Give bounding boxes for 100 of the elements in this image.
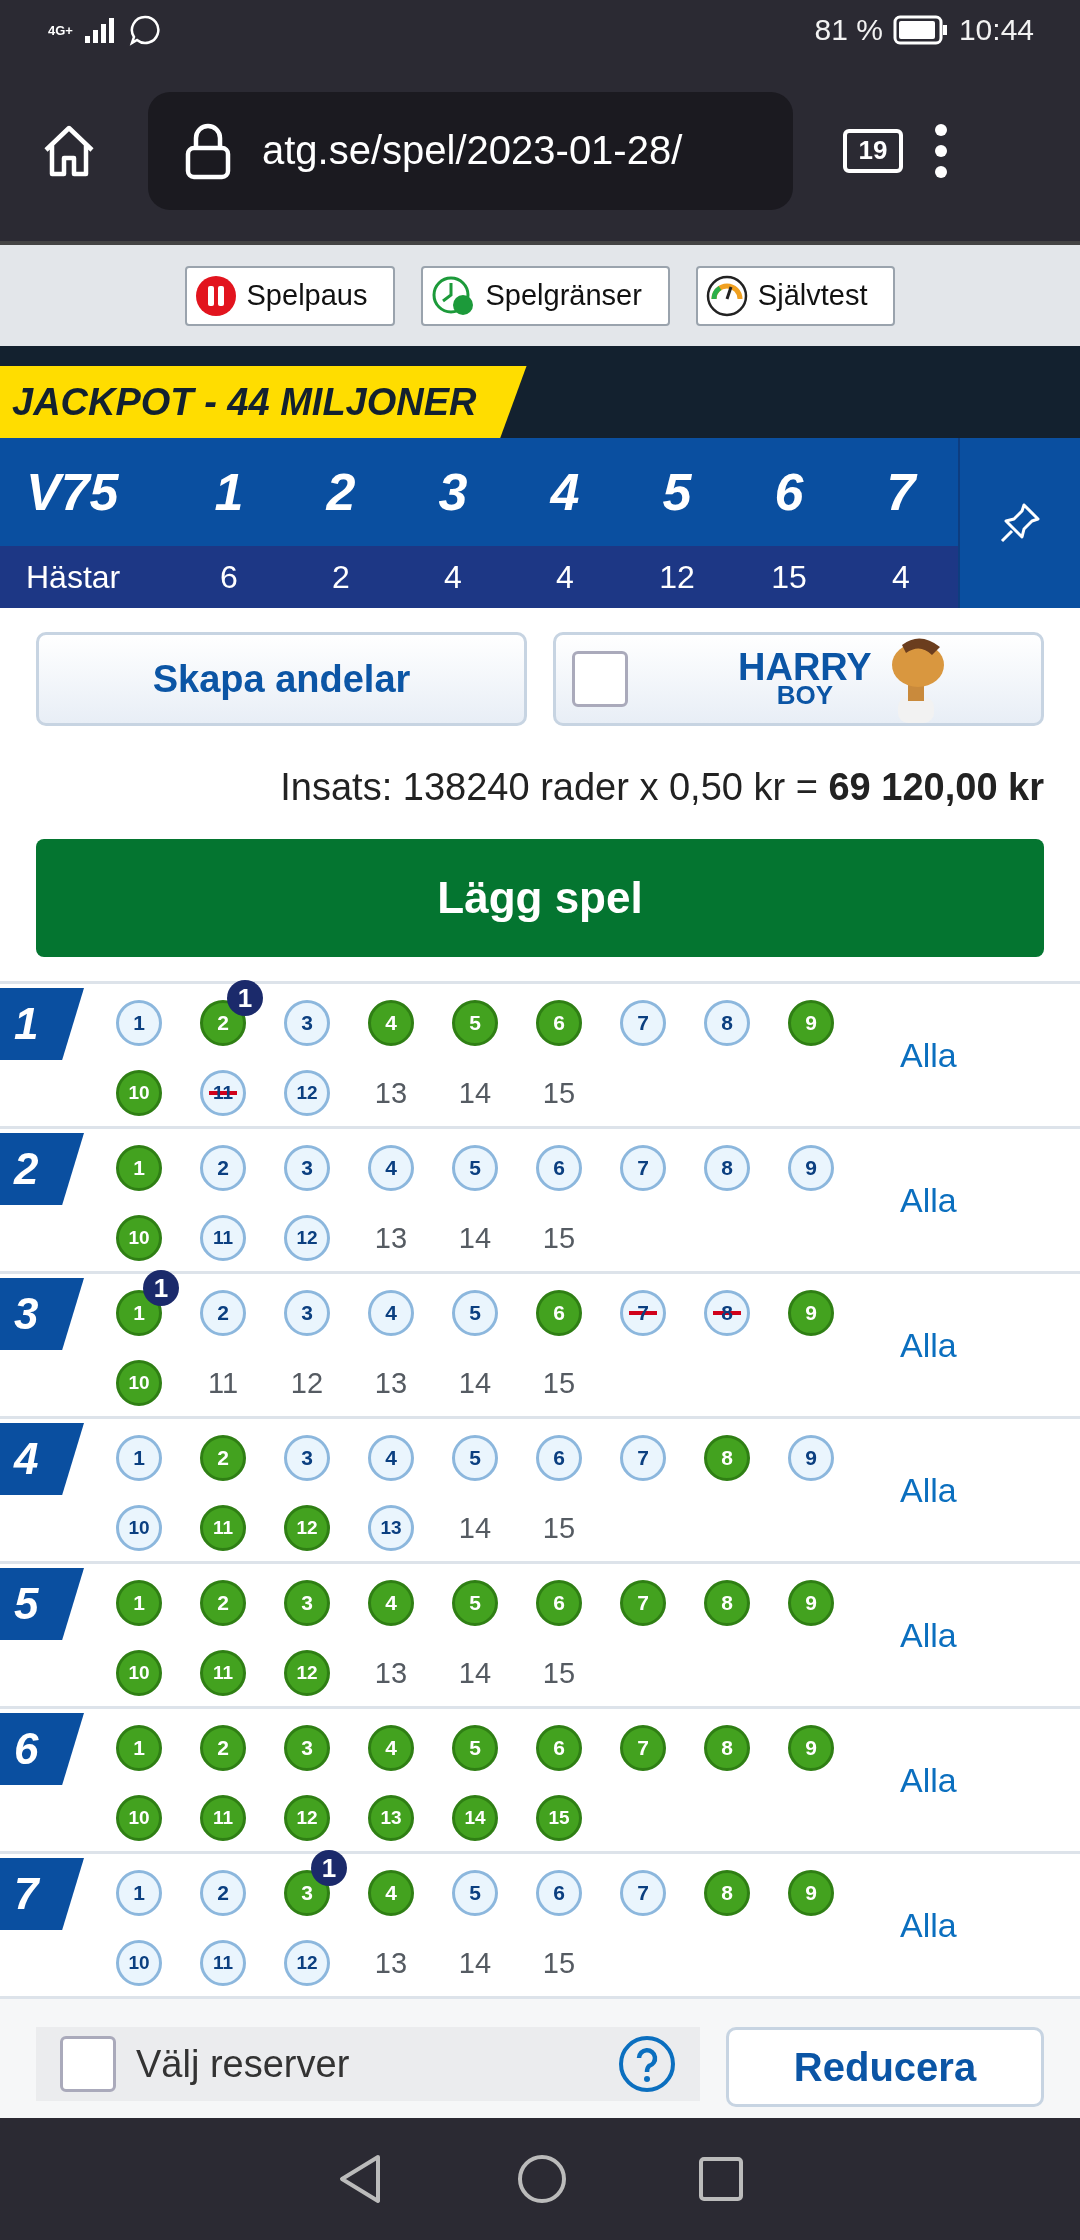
- horse-button[interactable]: 12: [284, 1795, 330, 1841]
- leg-number[interactable]: 3: [438, 462, 468, 522]
- horse-button[interactable]: 7: [620, 1725, 666, 1771]
- horse-button[interactable]: 8: [704, 1435, 750, 1481]
- horse-button[interactable]: 7: [620, 1000, 666, 1046]
- horse-button[interactable]: 8: [704, 1145, 750, 1191]
- horse-button[interactable]: 4: [368, 1000, 414, 1046]
- horse-button[interactable]: 1: [116, 1725, 162, 1771]
- horse-button[interactable]: 8: [704, 1725, 750, 1771]
- home-icon[interactable]: [516, 2153, 568, 2205]
- horse-button[interactable]: 8: [704, 1580, 750, 1626]
- horse-button[interactable]: 9: [788, 1580, 834, 1626]
- horse-button[interactable]: 10: [116, 1940, 162, 1986]
- horse-button[interactable]: 7: [620, 1435, 666, 1481]
- horse-button[interactable]: 10: [116, 1070, 162, 1116]
- leg-number[interactable]: 5: [662, 462, 692, 522]
- horse-button[interactable]: 10: [116, 1795, 162, 1841]
- horse-button[interactable]: 12: [284, 1215, 330, 1261]
- responsible-gaming-button[interactable]: Spelpaus: [184, 265, 396, 326]
- horse-button[interactable]: 15: [536, 1795, 582, 1841]
- help-icon[interactable]: [618, 2035, 676, 2093]
- select-all-link[interactable]: Alla: [900, 1905, 957, 1945]
- tab-count-button[interactable]: 19: [843, 128, 903, 173]
- horse-button[interactable]: 4: [368, 1580, 414, 1626]
- horse-button[interactable]: 4: [368, 1870, 414, 1916]
- responsible-gaming-button[interactable]: Självtest: [695, 265, 896, 326]
- address-bar[interactable]: atg.se/spel/2023-01-28/: [148, 91, 793, 210]
- horse-button[interactable]: 3: [284, 1435, 330, 1481]
- horse-button[interactable]: 9: [788, 1290, 834, 1336]
- checkbox[interactable]: [60, 2036, 116, 2092]
- horse-button[interactable]: 2: [200, 1435, 246, 1481]
- horse-button[interactable]: 1: [116, 1870, 162, 1916]
- select-all-link[interactable]: Alla: [900, 1470, 957, 1510]
- horse-button[interactable]: 5: [452, 1145, 498, 1191]
- horse-button[interactable]: 2: [200, 1870, 246, 1916]
- horse-button[interactable]: 2: [200, 1290, 246, 1336]
- horse-button[interactable]: 9: [788, 1145, 834, 1191]
- leg-number[interactable]: 2: [326, 462, 356, 522]
- horse-button[interactable]: 9: [788, 1000, 834, 1046]
- harry-boy-button[interactable]: HARRY BOY: [553, 632, 1044, 726]
- horse-button[interactable]: 6: [536, 1145, 582, 1191]
- horse-button[interactable]: 11: [200, 1795, 246, 1841]
- horse-button[interactable]: 3: [284, 1580, 330, 1626]
- select-all-link[interactable]: Alla: [900, 1760, 957, 1800]
- horse-button[interactable]: 4: [368, 1435, 414, 1481]
- horse-button[interactable]: 6: [536, 1870, 582, 1916]
- horse-button[interactable]: 10: [116, 1650, 162, 1696]
- horse-button[interactable]: 9: [788, 1870, 834, 1916]
- reduce-button[interactable]: Reducera: [726, 2027, 1044, 2107]
- horse-button[interactable]: 1: [116, 1000, 162, 1046]
- horse-button[interactable]: 5: [452, 1580, 498, 1626]
- horse-button[interactable]: 13: [368, 1505, 414, 1551]
- horse-button[interactable]: 11: [200, 1650, 246, 1696]
- horse-button[interactable]: 7: [620, 1870, 666, 1916]
- horse-button[interactable]: 4: [368, 1145, 414, 1191]
- horse-button[interactable]: 10: [116, 1215, 162, 1261]
- horse-button[interactable]: 10: [116, 1360, 162, 1406]
- horse-button[interactable]: 1: [116, 1435, 162, 1481]
- leg-number[interactable]: 6: [774, 462, 804, 522]
- leg-number[interactable]: 4: [550, 462, 580, 522]
- horse-button[interactable]: 3: [284, 1725, 330, 1771]
- select-all-link[interactable]: Alla: [900, 1180, 957, 1220]
- horse-button[interactable]: 1: [116, 1580, 162, 1626]
- responsible-gaming-button[interactable]: Spelgränser: [421, 265, 670, 326]
- select-all-link[interactable]: Alla: [900, 1615, 957, 1655]
- horse-button[interactable]: 5: [452, 1435, 498, 1481]
- horse-button[interactable]: 7: [620, 1580, 666, 1626]
- horse-button[interactable]: 3: [284, 1145, 330, 1191]
- horse-button[interactable]: 9: [788, 1435, 834, 1481]
- horse-button[interactable]: 4: [368, 1725, 414, 1771]
- horse-button[interactable]: 8: [704, 1870, 750, 1916]
- select-all-link[interactable]: Alla: [900, 1035, 957, 1075]
- horse-button[interactable]: 3: [284, 1290, 330, 1336]
- horse-button[interactable]: 7: [620, 1145, 666, 1191]
- horse-button[interactable]: 10: [116, 1505, 162, 1551]
- horse-button[interactable]: 9: [788, 1725, 834, 1771]
- horse-button[interactable]: 3: [284, 1000, 330, 1046]
- horse-button[interactable]: 5: [452, 1725, 498, 1771]
- place-bet-button[interactable]: Lägg spel: [36, 839, 1044, 957]
- horse-button[interactable]: 5: [452, 1290, 498, 1336]
- horse-button[interactable]: 1: [116, 1145, 162, 1191]
- horse-button[interactable]: 2: [200, 1725, 246, 1771]
- leg-number[interactable]: 1: [214, 462, 244, 522]
- recent-apps-icon[interactable]: [698, 2156, 744, 2202]
- horse-button[interactable]: 6: [536, 1435, 582, 1481]
- create-shares-button[interactable]: Skapa andelar: [36, 632, 527, 726]
- horse-button[interactable]: 13: [368, 1795, 414, 1841]
- horse-button[interactable]: 4: [368, 1290, 414, 1336]
- menu-icon[interactable]: [933, 121, 949, 180]
- horse-button[interactable]: 2: [200, 1580, 246, 1626]
- horse-button[interactable]: 12: [284, 1940, 330, 1986]
- horse-button[interactable]: 12: [284, 1650, 330, 1696]
- horse-button[interactable]: 11: [200, 1505, 246, 1551]
- horse-button[interactable]: 12: [284, 1505, 330, 1551]
- horse-button[interactable]: 8: [704, 1000, 750, 1046]
- select-all-link[interactable]: Alla: [900, 1325, 957, 1365]
- checkbox[interactable]: [572, 651, 628, 707]
- horse-button[interactable]: 6: [536, 1580, 582, 1626]
- horse-button[interactable]: 6: [536, 1290, 582, 1336]
- leg-number[interactable]: 7: [886, 462, 916, 522]
